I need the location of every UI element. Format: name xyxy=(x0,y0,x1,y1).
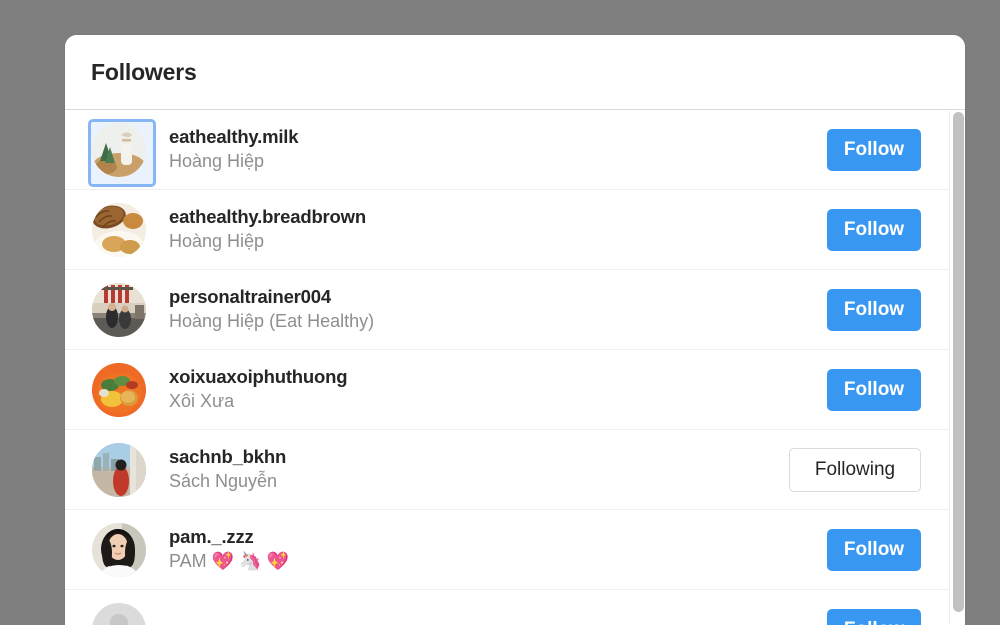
avatar[interactable] xyxy=(91,602,147,625)
follower-username[interactable]: eathealthy.milk xyxy=(169,126,827,149)
follow-button[interactable]: Follow xyxy=(827,529,921,571)
followers-list: eathealthy.milkHoàng HiệpFolloweathealth… xyxy=(65,110,965,625)
follower-username[interactable]: sachnb_bkhn xyxy=(169,446,789,469)
follower-row[interactable]: sachnb_bkhnSách NguyễnFollowing xyxy=(65,430,965,510)
follower-row[interactable]: Follow xyxy=(65,590,965,625)
vertical-scrollbar-track[interactable] xyxy=(949,111,965,625)
avatar-focused[interactable] xyxy=(91,122,147,178)
avatar-image[interactable] xyxy=(92,363,146,417)
follower-username[interactable]: personaltrainer004 xyxy=(169,286,827,309)
follower-username[interactable]: xoixuaxoiphuthuong xyxy=(169,366,827,389)
avatar-image[interactable] xyxy=(92,203,146,257)
follower-fullname: PAM 💖 🦄 💖 xyxy=(169,551,827,573)
following-button[interactable]: Following xyxy=(789,448,921,492)
modal-header: Followers xyxy=(65,35,965,110)
follower-fullname: Xôi Xưa xyxy=(169,391,827,413)
follower-fullname: Hoàng Hiệp xyxy=(169,151,827,173)
follower-row[interactable]: eathealthy.breadbrownHoàng HiệpFollow xyxy=(65,190,965,270)
follower-names: personaltrainer004Hoàng Hiệp (Eat Health… xyxy=(169,286,827,334)
followers-modal: Followers eathealthy.milkHoàng HiệpFollo… xyxy=(65,35,965,625)
avatar-image[interactable] xyxy=(92,283,146,337)
follower-names: eathealthy.breadbrownHoàng Hiệp xyxy=(169,206,827,254)
follower-row[interactable]: pam._.zzzPAM 💖 🦄 💖Follow xyxy=(65,510,965,590)
page-title: Followers xyxy=(91,59,197,86)
follow-button[interactable]: Follow xyxy=(827,209,921,251)
avatar-image[interactable] xyxy=(92,123,146,177)
avatar[interactable] xyxy=(91,282,147,338)
avatar-image[interactable] xyxy=(92,443,146,497)
avatar-image[interactable] xyxy=(92,523,146,577)
follower-fullname: Hoàng Hiệp (Eat Healthy) xyxy=(169,311,827,333)
follower-row[interactable]: xoixuaxoiphuthuongXôi XưaFollow xyxy=(65,350,965,430)
follower-row[interactable]: personaltrainer004Hoàng Hiệp (Eat Health… xyxy=(65,270,965,350)
followers-list-viewport: eathealthy.milkHoàng HiệpFolloweathealth… xyxy=(65,110,965,625)
avatar[interactable] xyxy=(91,442,147,498)
follower-names: sachnb_bkhnSách Nguyễn xyxy=(169,446,789,494)
follower-fullname: Hoàng Hiệp xyxy=(169,231,827,253)
follow-button[interactable]: Follow xyxy=(827,369,921,411)
vertical-scrollbar-thumb[interactable] xyxy=(953,112,964,612)
follow-button[interactable]: Follow xyxy=(827,609,921,625)
follower-username[interactable]: pam._.zzz xyxy=(169,526,827,549)
follower-names: xoixuaxoiphuthuongXôi Xưa xyxy=(169,366,827,414)
avatar[interactable] xyxy=(91,522,147,578)
avatar[interactable] xyxy=(91,202,147,258)
follower-row[interactable]: eathealthy.milkHoàng HiệpFollow xyxy=(65,110,965,190)
follower-names: pam._.zzzPAM 💖 🦄 💖 xyxy=(169,526,827,574)
follow-button[interactable]: Follow xyxy=(827,289,921,331)
follower-username[interactable]: eathealthy.breadbrown xyxy=(169,206,827,229)
avatar-image[interactable] xyxy=(92,603,146,625)
follow-button[interactable]: Follow xyxy=(827,129,921,171)
avatar[interactable] xyxy=(91,362,147,418)
follower-fullname: Sách Nguyễn xyxy=(169,471,789,493)
follower-names: eathealthy.milkHoàng Hiệp xyxy=(169,126,827,174)
